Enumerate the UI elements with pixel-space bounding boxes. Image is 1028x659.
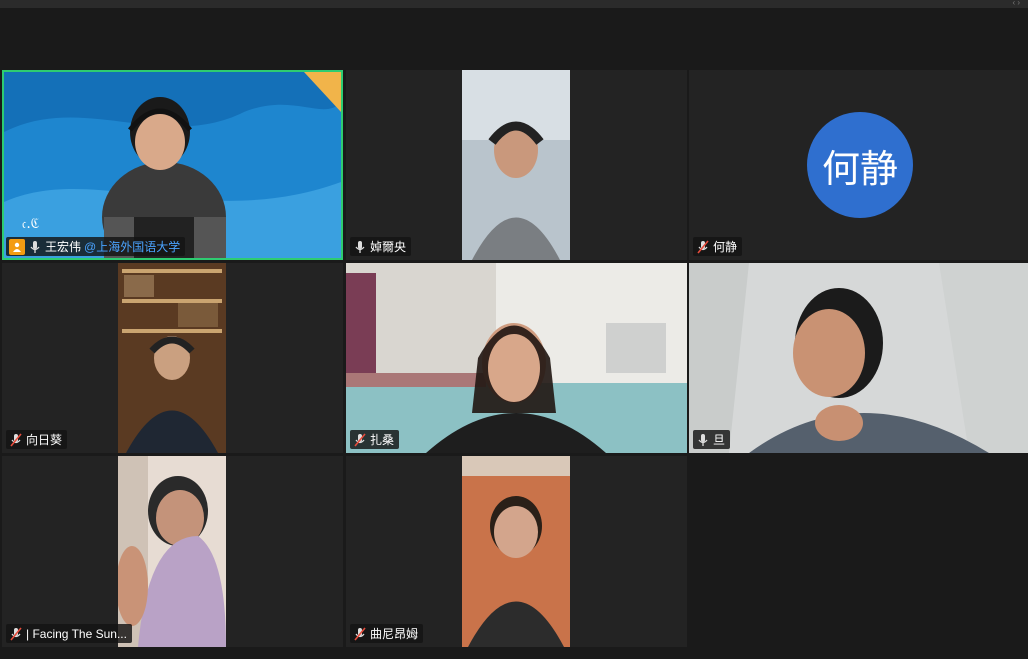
participant-tile[interactable]: 曲尼昂姆: [346, 456, 687, 647]
participant-video: [118, 263, 226, 453]
participant-name: 旦: [713, 433, 726, 447]
participant-video: [462, 456, 570, 647]
mic-muted-icon: [353, 626, 367, 641]
participant-label: 旦: [693, 430, 731, 449]
participant-tile[interactable]: 婥爾央: [346, 70, 687, 260]
mic-muted-icon: [9, 432, 23, 447]
participant-name: 婥爾央: [370, 240, 407, 254]
participant-label: 扎桑: [350, 430, 400, 449]
participant-tile[interactable]: 扎桑: [346, 263, 687, 453]
mic-muted-icon: [696, 239, 710, 254]
participant-tile[interactable]: 旦: [689, 263, 1028, 453]
participant-video: [346, 263, 687, 453]
svg-text:𝔠.ℭ: 𝔠.ℭ: [22, 216, 40, 232]
user-icon: [9, 238, 25, 255]
participant-tile[interactable]: 何静 何静: [689, 70, 1028, 260]
participant-tile-host[interactable]: 𝔠.ℭ 王宏伟 @上海外国语大学: [2, 70, 343, 260]
participant-video: [118, 456, 226, 647]
window-top-bar: ‹ ›: [0, 0, 1028, 8]
participant-org: @上海外国语大学: [84, 240, 181, 254]
participant-tile[interactable]: | Facing The Sun...: [2, 456, 343, 647]
participant-video: [462, 70, 570, 260]
host-video: 𝔠.ℭ: [4, 72, 341, 258]
participant-name: 王宏伟: [45, 240, 82, 254]
participant-label: 向日葵: [6, 430, 68, 449]
participant-name: | Facing The Sun...: [26, 626, 127, 641]
participant-label: | Facing The Sun...: [6, 624, 132, 643]
participant-tile[interactable]: 向日葵: [2, 263, 343, 453]
participant-name: 曲尼昂姆: [370, 627, 419, 641]
avatar: 何静: [807, 112, 913, 218]
mic-icon: [696, 433, 710, 447]
participant-label: 婥爾央: [350, 237, 412, 256]
mic-icon: [28, 240, 42, 254]
participant-label: 何静: [693, 237, 743, 256]
mic-icon: [353, 240, 367, 254]
mic-muted-icon: [353, 432, 367, 447]
participant-name: 向日葵: [26, 433, 63, 447]
window-controls-icon[interactable]: ‹ ›: [1012, 0, 1020, 7]
participant-label: 曲尼昂姆: [350, 624, 424, 643]
participant-name: 何静: [713, 240, 738, 254]
participant-name: 扎桑: [370, 433, 395, 447]
participant-label: 王宏伟 @上海外国语大学: [6, 237, 186, 256]
participant-video: [689, 263, 1028, 453]
mic-muted-icon: [9, 626, 23, 641]
